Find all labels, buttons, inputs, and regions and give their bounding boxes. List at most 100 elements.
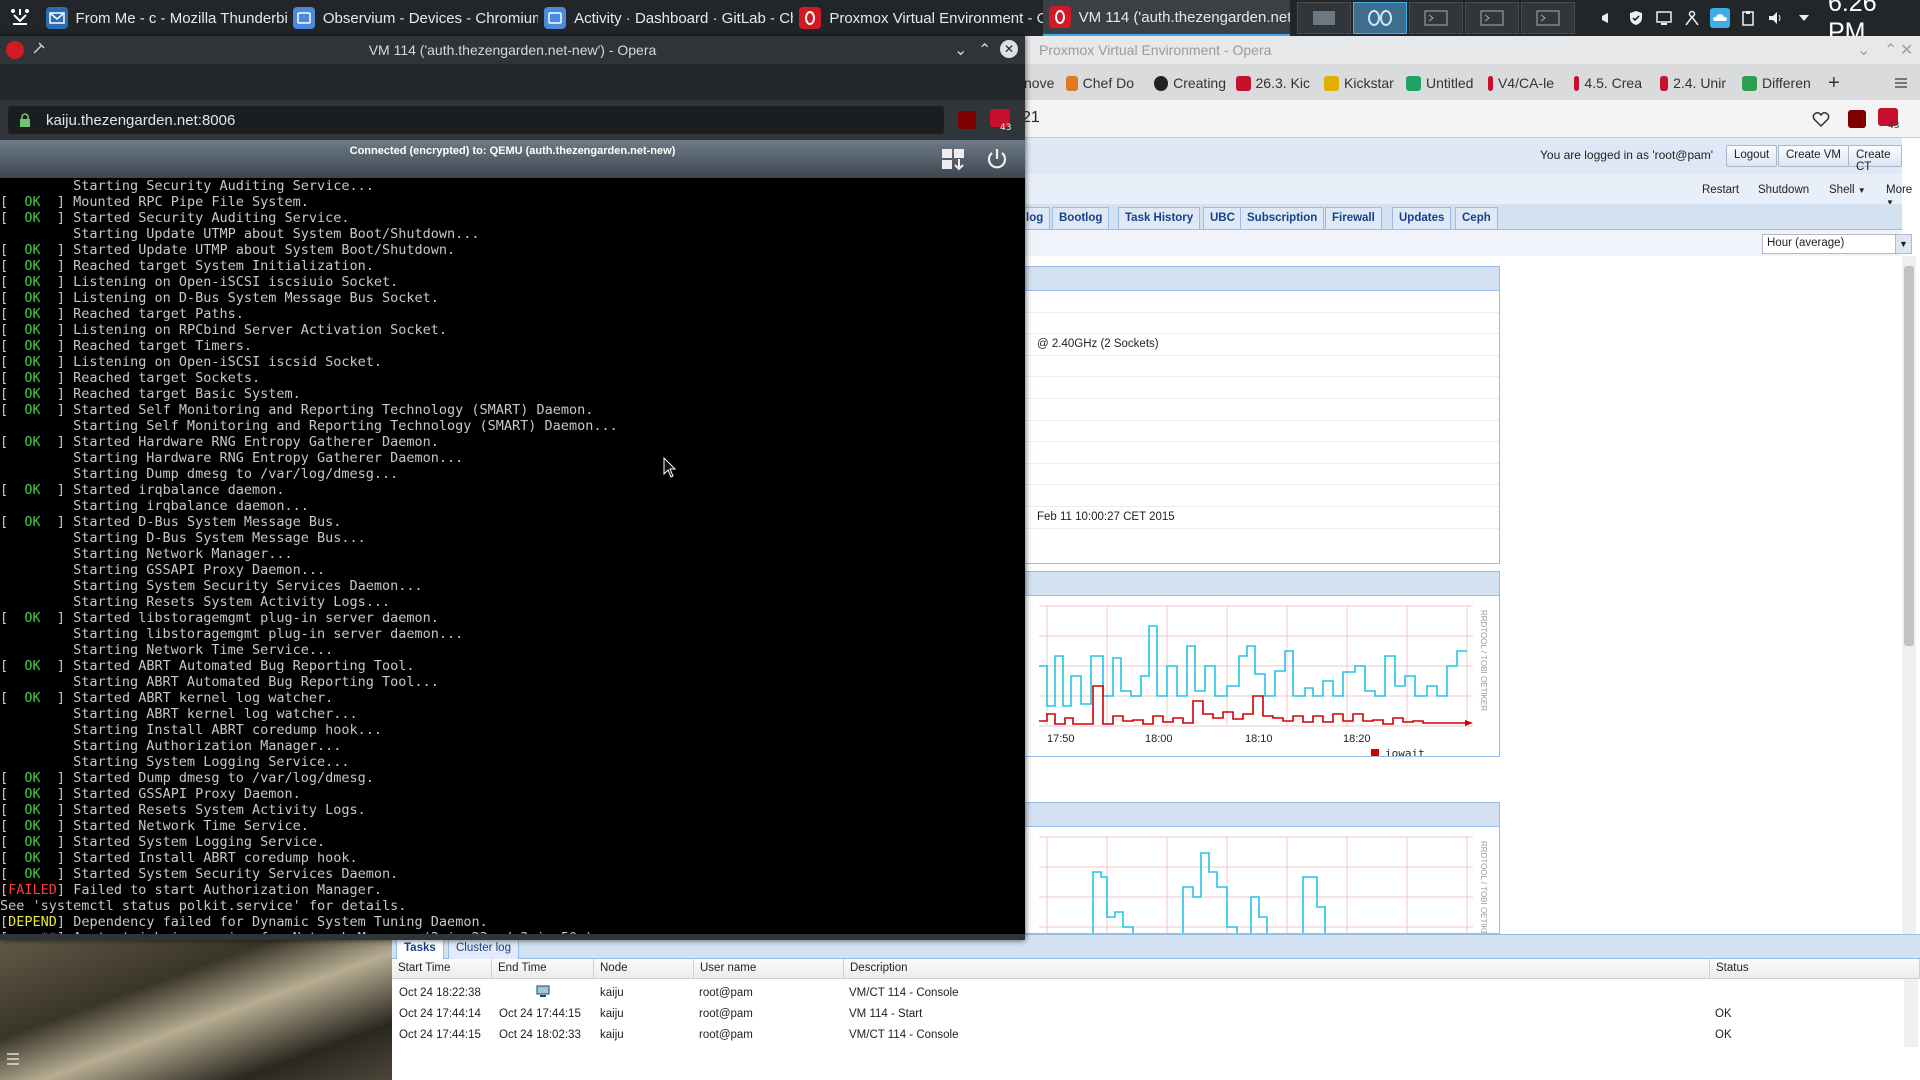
- create-ct-button[interactable]: Create CT: [1848, 145, 1902, 173]
- chevron-down-icon: ▼: [1895, 235, 1911, 253]
- redhat-icon: [1660, 75, 1669, 91]
- desktop-1[interactable]: [1296, 2, 1351, 34]
- column-header[interactable]: Start Time: [392, 959, 492, 979]
- timeframe-select[interactable]: Hour (average) ▼: [1762, 234, 1912, 254]
- column-header[interactable]: User name: [694, 959, 844, 979]
- task-thunderbird[interactable]: From Me - c - Mozilla Thunderbird: [40, 0, 287, 36]
- table-row[interactable]: Oct 24 18:22:38 kaiju root@pam VM/CT 114…: [392, 983, 1902, 1004]
- scrollbar-thumb[interactable]: [1904, 266, 1914, 646]
- tab-firewall[interactable]: Firewall: [1325, 207, 1382, 229]
- minimize-icon[interactable]: ⌄: [954, 40, 967, 60]
- task-label: Observium - Devices - Chromium: [322, 9, 539, 27]
- console-text: Listening on RPCbind Server Activation S…: [73, 322, 448, 338]
- content-scrollbar[interactable]: [1902, 256, 1916, 934]
- tab-tasks[interactable]: Tasks: [396, 937, 444, 959]
- status-tag: [ OK ]: [0, 434, 74, 450]
- task-observium[interactable]: Observium - Devices - Chromium: [287, 0, 538, 36]
- taskbar: From Me - c - Mozilla Thunderbird Observ…: [0, 0, 1920, 46]
- task-label: From Me - c - Mozilla Thunderbird: [75, 9, 287, 27]
- tab-bootlog[interactable]: Bootlog: [1052, 207, 1110, 229]
- column-header[interactable]: End Time: [492, 959, 594, 979]
- vm-console-screen[interactable]: Starting Security Auditing Service... [ O…: [0, 178, 1025, 934]
- browser-tab[interactable]: Kickstar: [1324, 71, 1396, 95]
- browser-tab[interactable]: 2.4. Unir: [1660, 71, 1726, 95]
- browser-tab[interactable]: 26.3. Kic: [1236, 71, 1310, 95]
- browser-tab[interactable]: Differen: [1742, 71, 1812, 95]
- task-vm-console-opera[interactable]: VM 114 ('auth.thezengarden.net-...: [1042, 0, 1290, 36]
- column-header[interactable]: Node: [594, 959, 694, 979]
- console-line: Starting Security Auditing Service...: [0, 178, 374, 194]
- create-vm-button[interactable]: Create VM: [1778, 145, 1849, 167]
- send-keys-icon[interactable]: [940, 146, 968, 172]
- tab-label: V4/CA-le: [1497, 75, 1554, 91]
- browser-tab[interactable]: Creating: [1154, 71, 1226, 95]
- console-text: Started ABRT kernel log watcher.: [73, 690, 334, 706]
- console-line: [DEPEND] Dependency failed for Dynamic S…: [0, 914, 488, 930]
- browser-tab[interactable]: Chef Do: [1066, 71, 1134, 95]
- console-line: Starting GSSAPI Proxy Daemon...: [0, 562, 325, 578]
- url-field[interactable]: kaiju.thezengarden.net:8006: [8, 106, 944, 134]
- log-panel: Tasks Cluster log Start Time End Time No…: [392, 934, 1920, 1080]
- cloud-sync-icon[interactable]: [1709, 8, 1730, 28]
- iowait-line: [1039, 685, 1467, 725]
- network-icon[interactable]: [1682, 8, 1702, 28]
- desktop-5[interactable]: [1520, 2, 1575, 34]
- console-text: Started Install ABRT coredump hook.: [73, 850, 358, 866]
- restart-button[interactable]: Restart: [1702, 184, 1739, 196]
- tab-label: Chef Do: [1082, 75, 1134, 91]
- new-tab-button[interactable]: +: [1828, 71, 1846, 95]
- shutdown-button[interactable]: Shutdown: [1758, 184, 1809, 196]
- cell-end: Oct 24 17:44:15: [499, 1008, 581, 1020]
- tab-task-history[interactable]: Task History: [1118, 207, 1201, 229]
- power-icon[interactable]: [984, 146, 1010, 172]
- maximize-icon[interactable]: ⌃: [1884, 40, 1897, 60]
- desktop-toolbox-icon[interactable]: [4, 1050, 22, 1068]
- bookmark-heart-icon[interactable]: [1812, 110, 1830, 128]
- close-icon[interactable]: ✕: [1900, 40, 1913, 60]
- console-line: [FAILED] Failed to start Authorization M…: [0, 882, 382, 898]
- desktop-4[interactable]: [1464, 2, 1519, 34]
- column-header[interactable]: Description: [844, 959, 1710, 979]
- console-line: Starting D-Bus System Message Bus...: [0, 530, 366, 546]
- close-icon[interactable]: ✕: [1000, 40, 1018, 58]
- application-launcher-icon[interactable]: [0, 0, 40, 36]
- tray-expand-icon[interactable]: [1794, 8, 1814, 28]
- tab-ceph[interactable]: Ceph: [1455, 207, 1498, 229]
- notifications-icon[interactable]: [1598, 8, 1618, 28]
- tab-subscription[interactable]: Subscription: [1240, 207, 1325, 229]
- table-row[interactable]: Oct 24 17:44:15 Oct 24 18:02:33 kaiju ro…: [392, 1025, 1902, 1046]
- browser-tab[interactable]: Untitled: [1406, 71, 1476, 95]
- column-header[interactable]: Status: [1710, 959, 1920, 979]
- ublock-icon[interactable]: [958, 111, 976, 129]
- shell-button[interactable]: Shell ▼: [1829, 184, 1866, 196]
- tab-menu-icon[interactable]: [1894, 71, 1912, 95]
- cell-user: root@pam: [699, 1008, 753, 1020]
- browser-tab[interactable]: V4/CA-le: [1488, 71, 1554, 95]
- cell-node: kaiju: [600, 987, 624, 999]
- tab-ubc[interactable]: UBC: [1203, 207, 1242, 229]
- display-icon[interactable]: [1654, 8, 1674, 28]
- status-tag: [ OK ]: [0, 610, 74, 626]
- task-gitlab[interactable]: Activity · Dashboard · GitLab - Chr...: [538, 0, 793, 36]
- browser-tab[interactable]: nove: [1024, 71, 1060, 95]
- tab-cluster-log[interactable]: Cluster log: [448, 937, 519, 959]
- browser-tab[interactable]: 4.5. Crea: [1574, 71, 1642, 95]
- table-scrollbar[interactable]: [1904, 979, 1918, 1047]
- desktop-2[interactable]: [1352, 2, 1407, 34]
- tab-label: Creating: [1173, 75, 1226, 91]
- ublock-icon[interactable]: [1848, 110, 1866, 128]
- tab-updates[interactable]: Updates: [1392, 207, 1452, 229]
- shield-icon[interactable]: [1626, 8, 1646, 28]
- desktop-3[interactable]: [1408, 2, 1463, 34]
- volume-icon[interactable]: [1766, 8, 1786, 28]
- table-row[interactable]: Oct 24 17:44:14 Oct 24 17:44:15 kaiju ro…: [392, 1004, 1902, 1025]
- cell-status: OK: [1715, 1029, 1732, 1041]
- boot-time: Feb 11 10:00:27 CET 2015: [1037, 510, 1175, 523]
- status-tag: [ OK ]: [0, 242, 74, 258]
- console-text: Dependency failed for Dynamic System Tun…: [73, 914, 488, 930]
- maximize-icon[interactable]: ⌃: [978, 40, 991, 60]
- minimize-icon[interactable]: ⌄: [1857, 40, 1870, 60]
- logout-button[interactable]: Logout: [1726, 145, 1778, 167]
- task-proxmox-opera[interactable]: Proxmox Virtual Environment - O...: [793, 0, 1043, 36]
- clipboard-icon[interactable]: [1738, 8, 1758, 28]
